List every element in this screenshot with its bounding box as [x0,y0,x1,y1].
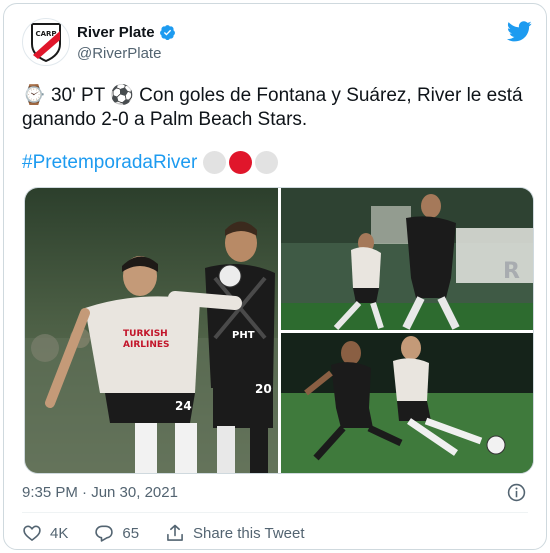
info-icon[interactable] [507,483,526,502]
photo-3-image [281,333,533,473]
soccer-ball-emoji: ⚽ [110,85,134,106]
verified-badge-icon [159,25,175,41]
jersey-sponsor-airlines: AIRLINES [123,340,170,350]
tweet-actions: 4K 65 Share this Tweet [22,521,331,545]
grey-circle-emoji [255,151,279,174]
like-button[interactable]: 4K [22,523,68,543]
twitter-bird-icon[interactable] [507,21,532,42]
stadium-sign: R [503,259,520,284]
hashtag-link[interactable]: #PretemporadaRiver [22,152,197,174]
divider [22,512,528,513]
river-plate-crest-icon: CARP [31,23,61,62]
photo-1-image: PHT 20 TURKISH AIRLINES 24 [25,188,278,473]
jersey-number-24: 24 [175,399,192,413]
media-grid: PHT 20 TURKISH AIRLINES 24 R [24,187,534,474]
share-label: Share this Tweet [193,524,305,542]
grey-circle-emoji [203,151,227,174]
hashtag-row: #PretemporadaRiver [22,151,279,174]
photo-1[interactable]: PHT 20 TURKISH AIRLINES 24 [25,188,278,473]
like-count: 4K [50,524,69,542]
red-circle-emoji [229,151,253,174]
reply-icon [95,525,114,542]
jersey-sponsor-turkish: TURKISH [123,329,168,339]
watch-emoji: ⌚ [22,85,46,106]
display-name[interactable]: River Plate [77,24,155,41]
photo-2-image: R [281,188,533,330]
tweet-text-part1: 30' PT [50,85,105,106]
author-name-row: River Plate [77,24,176,41]
jersey-number-20: 20 [255,382,272,396]
share-icon [167,524,183,541]
share-button[interactable]: Share this Tweet [165,523,305,543]
photo-3[interactable] [281,333,533,473]
hashtag-emoji-dots [203,151,279,174]
tweet-card: CARP River Plate @RiverPlate ⌚ 30' PT ⚽ … [3,3,547,550]
reply-count: 65 [122,524,140,542]
author-handle[interactable]: @RiverPlate [77,45,161,62]
tweet-text: ⌚ 30' PT ⚽ Con goles de Fontana y Suárez… [22,84,532,132]
svg-text:CARP: CARP [35,30,56,38]
heart-icon [23,525,41,542]
photo-2[interactable]: R [281,188,533,330]
tweet-timestamp[interactable]: 9:35 PM · Jun 30, 2021 [22,484,178,501]
avatar[interactable]: CARP [22,18,70,66]
reply-button[interactable]: 65 [94,523,139,543]
jersey-sponsor-pht: PHT [232,330,255,341]
